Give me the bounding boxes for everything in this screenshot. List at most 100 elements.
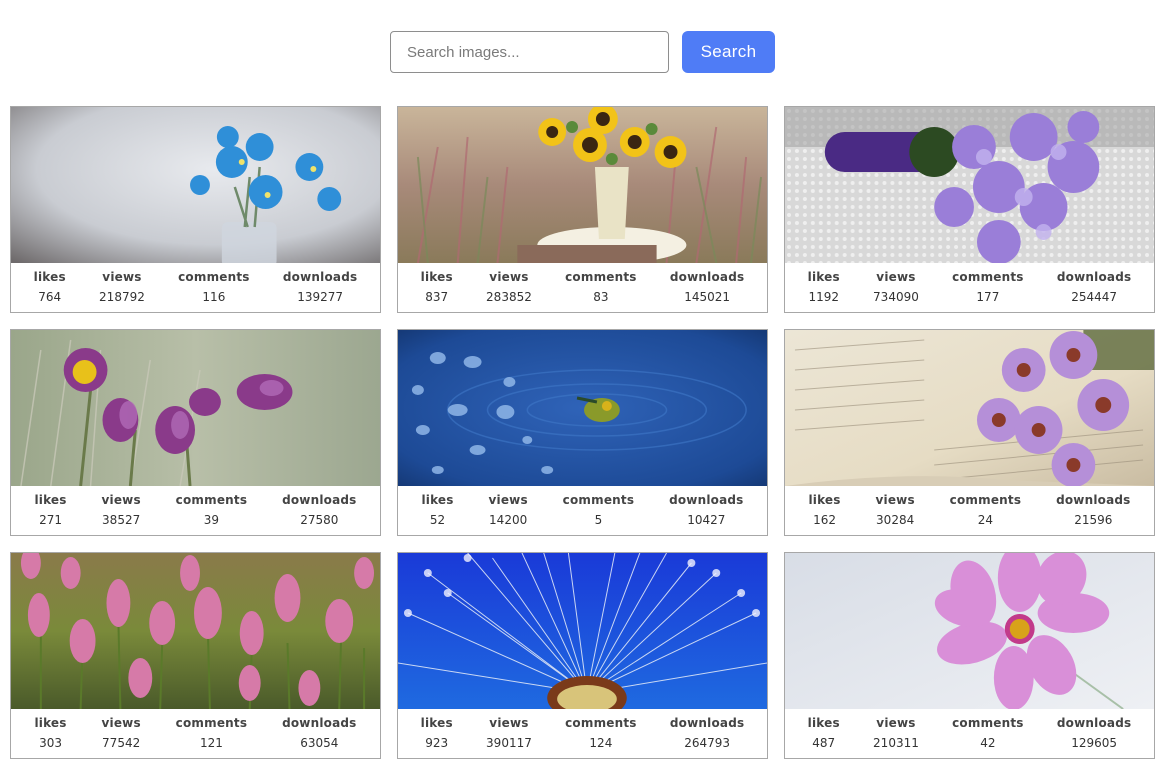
- stat-downloads: downloads 139277: [283, 270, 357, 305]
- stat-label: views: [489, 716, 529, 730]
- stat-views: views 38527: [101, 493, 140, 528]
- image-card[interactable]: likes 837 views 283852 comments 83 download…: [397, 106, 768, 313]
- stat-views: views 77542: [101, 716, 140, 751]
- image-thumbnail[interactable]: [398, 107, 767, 263]
- stat-value: 42: [980, 736, 996, 750]
- image-thumbnail[interactable]: [785, 107, 1154, 263]
- stat-value: 218792: [99, 290, 145, 304]
- stat-label: views: [101, 493, 141, 507]
- stat-label: likes: [807, 716, 840, 730]
- stat-likes: likes 764: [34, 270, 66, 305]
- stat-downloads: downloads 145021: [670, 270, 744, 305]
- image-card[interactable]: likes 487 views 210311 comments 42 download…: [784, 552, 1155, 759]
- stat-label: downloads: [282, 270, 358, 284]
- stat-label: comments: [178, 270, 250, 284]
- stat-value: 487: [812, 736, 836, 750]
- image-stats: likes 837 views 283852 comments 83 download…: [398, 263, 767, 312]
- pink-cosmos-image: [785, 553, 1154, 709]
- dandelion-image: [398, 553, 767, 709]
- stat-value: 145021: [684, 290, 731, 304]
- stat-comments: comments 39: [176, 493, 248, 528]
- stat-value: 162: [813, 513, 836, 527]
- image-card[interactable]: likes 271 views 38527 comments 39 downloads…: [10, 329, 381, 536]
- stat-label: comments: [175, 716, 248, 730]
- stat-value: 210311: [873, 736, 919, 750]
- stat-value: 283852: [486, 290, 532, 304]
- stat-likes: likes 303: [34, 716, 66, 751]
- stat-downloads: downloads 254447: [1057, 270, 1131, 305]
- stat-downloads: downloads 129605: [1057, 716, 1131, 751]
- stat-value: 271: [39, 513, 62, 527]
- image-thumbnail[interactable]: [11, 107, 380, 263]
- stat-likes: likes 837: [421, 270, 453, 305]
- stat-views: views 30284: [875, 493, 914, 528]
- stat-comments: comments 5: [563, 493, 635, 528]
- stat-value: 83: [593, 290, 609, 304]
- stat-label: views: [489, 270, 529, 284]
- stat-downloads: downloads 21596: [1056, 493, 1130, 528]
- stat-label: views: [488, 493, 528, 507]
- image-card[interactable]: likes 303 views 77542 comments 121 download…: [10, 552, 381, 759]
- stat-likes: likes 487: [808, 716, 840, 751]
- image-card[interactable]: likes 162 views 30284 comments 24 downloads…: [784, 329, 1155, 536]
- stat-label: comments: [175, 493, 248, 507]
- pink-bistort-image: [11, 553, 380, 709]
- stat-value: 303: [39, 736, 62, 750]
- stat-views: views 218792: [99, 270, 145, 305]
- stat-label: likes: [33, 270, 66, 284]
- stat-value: 177: [976, 290, 1000, 304]
- image-card[interactable]: likes 764 views 218792 comments 116 downloa…: [10, 106, 381, 313]
- image-card[interactable]: likes 1192 views 734090 comments 177 downlo…: [784, 106, 1155, 313]
- image-stats: likes 487 views 210311 comments 42 download…: [785, 709, 1154, 758]
- stat-comments: comments 83: [565, 270, 637, 305]
- stat-value: 1192: [808, 290, 839, 304]
- stat-label: likes: [34, 493, 67, 507]
- stat-likes: likes 271: [34, 493, 66, 528]
- stat-views: views 283852: [486, 270, 532, 305]
- search-button[interactable]: Search: [682, 31, 775, 73]
- stat-label: likes: [421, 493, 454, 507]
- image-thumbnail[interactable]: [11, 330, 380, 486]
- image-stats: likes 303 views 77542 comments 121 download…: [11, 709, 380, 758]
- stat-value: 52: [429, 513, 446, 527]
- stat-label: comments: [952, 270, 1024, 284]
- stat-downloads: downloads 27580: [282, 493, 356, 528]
- image-thumbnail[interactable]: [785, 553, 1154, 709]
- stat-label: views: [102, 270, 142, 284]
- image-thumbnail[interactable]: [11, 553, 380, 709]
- stat-value: 27580: [300, 513, 339, 527]
- stat-label: views: [875, 493, 915, 507]
- image-stats: likes 923 views 390117 comments 124 downloa…: [398, 709, 767, 758]
- stat-label: comments: [565, 716, 637, 730]
- stat-label: comments: [562, 493, 635, 507]
- stat-label: likes: [808, 493, 841, 507]
- stat-label: views: [101, 716, 141, 730]
- stat-label: comments: [949, 493, 1022, 507]
- stat-label: downloads: [282, 716, 357, 730]
- stat-label: comments: [565, 270, 637, 284]
- stat-label: downloads: [669, 270, 745, 284]
- image-card[interactable]: likes 923 views 390117 comments 124 downloa…: [397, 552, 768, 759]
- stat-value: 24: [977, 513, 994, 527]
- stat-downloads: downloads 10427: [669, 493, 743, 528]
- image-stats: likes 271 views 38527 comments 39 downloads…: [11, 486, 380, 535]
- image-card[interactable]: likes 52 views 14200 comments 5 downloads 10…: [397, 329, 768, 536]
- image-thumbnail[interactable]: [398, 553, 767, 709]
- pasque-flowers-image: [11, 330, 380, 486]
- stat-downloads: downloads 63054: [282, 716, 356, 751]
- stat-value: 124: [589, 736, 613, 750]
- stat-label: downloads: [669, 493, 744, 507]
- stat-views: views 390117: [486, 716, 532, 751]
- asters-on-book-image: [785, 330, 1154, 486]
- stat-downloads: downloads 264793: [670, 716, 744, 751]
- image-thumbnail[interactable]: [398, 330, 767, 486]
- stat-value: 116: [202, 290, 226, 304]
- stat-value: 139277: [297, 290, 344, 304]
- stat-comments: comments 124: [565, 716, 637, 751]
- image-stats: likes 764 views 218792 comments 116 downloa…: [11, 263, 380, 312]
- image-thumbnail[interactable]: [785, 330, 1154, 486]
- stat-comments: comments 42: [952, 716, 1024, 751]
- search-input[interactable]: [390, 31, 669, 73]
- stat-value: 254447: [1071, 290, 1118, 304]
- stat-label: downloads: [282, 493, 357, 507]
